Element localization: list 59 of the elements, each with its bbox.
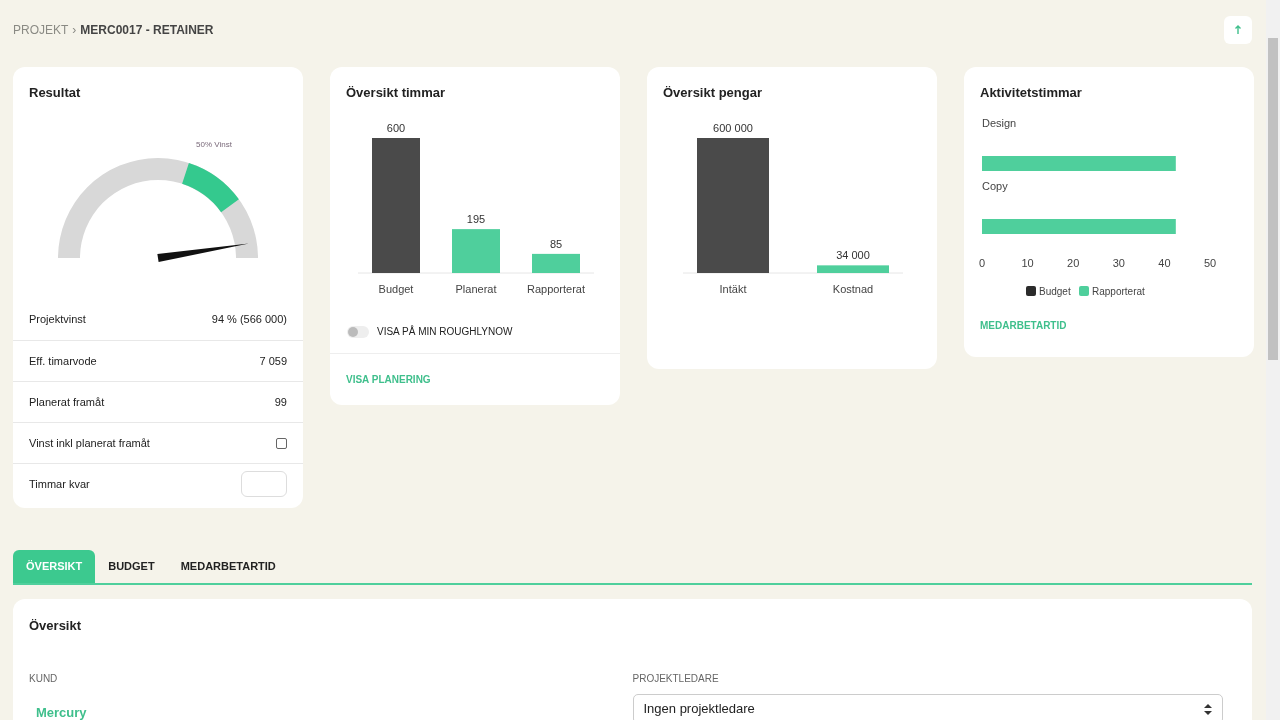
tick-label: 50 [1203, 257, 1217, 269]
row-label: Timmar kvar [29, 476, 90, 492]
value-label: 600 [386, 122, 406, 134]
row-label: Planerat framåt [29, 394, 105, 410]
scrollbar[interactable] [1266, 0, 1280, 720]
value-label: 600 000 [713, 122, 753, 134]
input-field[interactable] [241, 471, 287, 497]
row-value: 94 % (566 000) [211, 312, 287, 328]
tick-label: 40 [1158, 257, 1171, 269]
value-label: 195 [466, 213, 486, 226]
tick-label: 0 [978, 257, 986, 269]
link[interactable]: VISA PLANERING [346, 374, 431, 385]
row-value: 99 [274, 394, 287, 410]
card-title: Resultat [28, 84, 82, 102]
card-title: Översikt timmar [345, 84, 446, 102]
breadcrumb-current: MERC0017 - RETAINER [80, 21, 214, 39]
axis-label: Planerat [455, 283, 497, 295]
breadcrumb-link[interactable]: PROJEKT [13, 20, 69, 39]
toggle-label: VISA PÅ MIN ROUGHLYNOW [377, 324, 513, 339]
row-value: 7 059 [259, 353, 287, 369]
row-label: Eff. timarvode [29, 353, 97, 369]
toggle-switch[interactable] [347, 325, 369, 338]
bar [452, 229, 500, 273]
axis-label: Rapporterat [526, 283, 586, 295]
customer-link[interactable]: Mercury [36, 703, 87, 720]
tab[interactable]: ÖVERSIKT [13, 550, 96, 583]
tab[interactable]: MEDARBETARTID [167, 550, 289, 583]
breadcrumb-separator: › [72, 21, 77, 39]
sort-caret-icon [1203, 703, 1212, 715]
scroll-top-button[interactable] [1224, 15, 1252, 44]
field-label: KUND [29, 672, 59, 687]
checkbox[interactable] [276, 437, 287, 449]
select-field[interactable]: Ingen projektledare [632, 694, 1223, 720]
section-title: Översikt [29, 616, 83, 634]
legend-swatch [1026, 286, 1036, 296]
legend-label: Rapporterat [1092, 286, 1145, 297]
card-title: Översikt pengar [662, 84, 763, 102]
link[interactable]: MEDARBETARTID [980, 320, 1067, 331]
field-label: PROJEKTLEDARE [632, 672, 720, 687]
value-label: 85 [549, 237, 563, 250]
legend-label: Budget [1039, 286, 1071, 297]
tick-label: 10 [1021, 257, 1034, 269]
legend-swatch [1079, 286, 1089, 296]
row-label: Projektvinst [29, 312, 86, 328]
category-label: Copy [982, 180, 1008, 192]
axis-label: Intäkt [719, 283, 747, 295]
axis-label: Kostnad [832, 283, 874, 295]
arrow-up-icon [1234, 24, 1242, 35]
tab[interactable]: BUDGET [95, 550, 168, 583]
card-title: Aktivitetstimmar [979, 84, 1083, 102]
axis-label: Budget [378, 283, 414, 295]
tick-label: 30 [1112, 257, 1125, 269]
value-label: 34 000 [836, 249, 870, 262]
tick-label: 20 [1067, 257, 1080, 269]
bar [817, 265, 889, 273]
bar [532, 253, 580, 273]
row-label: Vinst inkl planerat framåt [29, 435, 150, 451]
category-label: Design [982, 117, 1017, 129]
gauge-label: 50% Vinst [196, 140, 232, 149]
